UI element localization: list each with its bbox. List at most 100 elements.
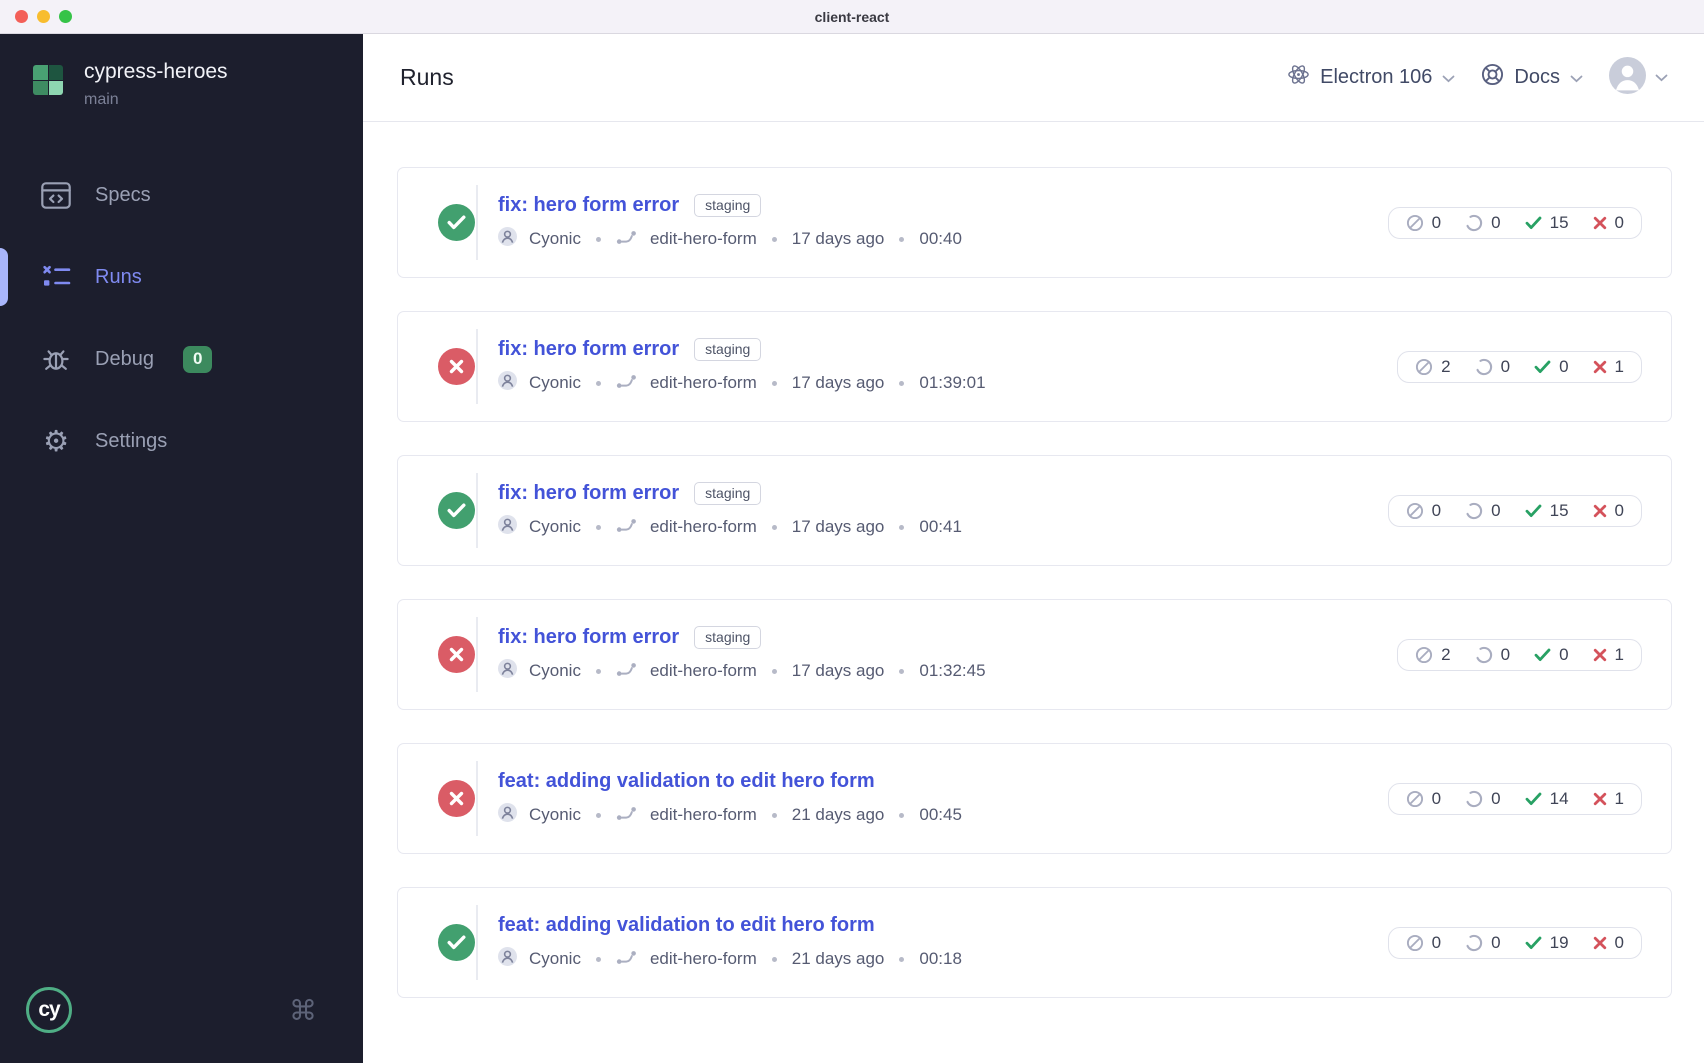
run-tag: staging (694, 482, 762, 505)
active-indicator (0, 248, 8, 306)
run-author: Cyonic (529, 517, 581, 536)
pending-icon (1465, 214, 1483, 231)
run-branch: edit-hero-form (649, 517, 757, 536)
dot-separator (899, 668, 905, 674)
minimize-window-button[interactable] (37, 10, 50, 23)
project-switcher[interactable]: cypress-heroes main (0, 34, 363, 109)
run-result-counts: 2 0 0 1 (1397, 638, 1642, 671)
dot-separator (771, 812, 777, 818)
docs-menu[interactable]: Docs (1481, 63, 1583, 92)
pending-icon (1475, 646, 1492, 663)
passed-check-icon (1534, 360, 1551, 373)
branch-icon (616, 949, 638, 970)
run-title-link[interactable]: feat: adding validation to edit hero for… (498, 914, 875, 937)
skipped-count: 0 (1406, 789, 1441, 809)
failed-count: 0 (1593, 213, 1624, 233)
failed-count: 1 (1593, 645, 1624, 665)
run-branch: edit-hero-form (649, 229, 757, 248)
passed-count: 0 (1534, 357, 1569, 377)
branch-icon (616, 229, 638, 250)
close-window-button[interactable] (15, 10, 28, 23)
dot-separator (771, 956, 777, 962)
sidebar-item-settings[interactable]: ⚙ Settings (0, 413, 363, 469)
window-titlebar: client-react (0, 0, 1704, 34)
run-title-link[interactable]: fix: hero form error (498, 338, 679, 361)
run-age: 17 days ago (791, 661, 885, 680)
traffic-lights (15, 0, 72, 33)
sidebar-footer: cy ⌘ (0, 987, 363, 1063)
pending-count: 0 (1465, 501, 1501, 521)
chevron-down-icon (1442, 66, 1455, 89)
passed-check-icon (1525, 216, 1542, 229)
run-card[interactable]: fix: hero form error staging Cyonic edit… (397, 311, 1672, 422)
project-name: cypress-heroes (84, 60, 228, 83)
skipped-icon (1406, 790, 1423, 807)
dot-separator (595, 812, 601, 818)
run-title-link[interactable]: fix: hero form error (498, 626, 679, 649)
debug-icon (40, 345, 72, 374)
dot-separator (899, 812, 905, 818)
run-age: 17 days ago (791, 517, 885, 536)
dot-separator (771, 380, 777, 386)
skipped-icon (1416, 358, 1433, 375)
run-age: 17 days ago (791, 373, 885, 392)
dot-separator (899, 524, 905, 530)
failed-x-icon (1593, 936, 1606, 949)
run-title-link[interactable]: fix: hero form error (498, 482, 679, 505)
run-status-icon (438, 492, 475, 529)
passed-check-icon (1525, 504, 1542, 517)
run-duration: 01:32:45 (919, 661, 986, 680)
electron-icon (1287, 63, 1310, 92)
pending-count: 0 (1465, 789, 1501, 809)
run-title-link[interactable]: feat: adding validation to edit hero for… (498, 770, 875, 793)
pending-icon (1465, 502, 1483, 519)
author-avatar-icon (498, 947, 517, 971)
skipped-icon (1406, 502, 1423, 519)
dot-separator (899, 236, 905, 242)
failed-x-icon (1593, 792, 1606, 805)
pending-icon (1465, 790, 1483, 807)
author-avatar-icon (498, 371, 517, 395)
cypress-logo[interactable]: cy (26, 987, 72, 1033)
run-author: Cyonic (529, 661, 581, 680)
failed-x-icon (1593, 216, 1606, 229)
avatar (1609, 56, 1646, 99)
run-branch: edit-hero-form (649, 949, 757, 968)
run-result-counts: 0 0 15 0 (1387, 206, 1642, 239)
passed-count: 0 (1534, 645, 1569, 665)
run-card[interactable]: feat: adding validation to edit hero for… (397, 887, 1672, 998)
run-author: Cyonic (529, 229, 581, 248)
sidebar-item-debug[interactable]: Debug 0 (0, 331, 363, 387)
branch-icon (616, 373, 638, 394)
docs-lifebuoy-icon (1481, 63, 1504, 92)
dot-separator (899, 956, 905, 962)
passed-count: 15 (1525, 501, 1569, 521)
run-author: Cyonic (529, 805, 581, 824)
runs-list: fix: hero form error staging Cyonic edit… (363, 122, 1704, 998)
run-tag: staging (694, 626, 762, 649)
pending-count: 0 (1475, 645, 1510, 665)
zoom-window-button[interactable] (59, 10, 72, 23)
run-author: Cyonic (529, 949, 581, 968)
sidebar-item-specs[interactable]: Specs (0, 167, 363, 223)
sidebar-item-runs[interactable]: Runs (0, 248, 363, 306)
run-status-icon (438, 204, 475, 241)
skipped-icon (1406, 934, 1423, 951)
user-menu[interactable] (1609, 56, 1668, 99)
run-status-icon (438, 924, 475, 961)
run-title-link[interactable]: fix: hero form error (498, 194, 679, 217)
run-age: 21 days ago (791, 805, 885, 824)
branch-icon (616, 805, 638, 826)
failed-count: 0 (1593, 933, 1624, 953)
dot-separator (595, 956, 601, 962)
passed-count: 14 (1525, 789, 1569, 809)
failed-count: 0 (1593, 501, 1624, 521)
browser-selector[interactable]: Electron 106 (1287, 63, 1455, 92)
run-status-icon (438, 636, 475, 673)
chevron-down-icon (1570, 66, 1583, 89)
run-card[interactable]: fix: hero form error staging Cyonic edit… (397, 455, 1672, 566)
run-card[interactable]: feat: adding validation to edit hero for… (397, 743, 1672, 854)
run-card[interactable]: fix: hero form error staging Cyonic edit… (397, 599, 1672, 710)
keyboard-shortcuts-icon[interactable]: ⌘ (289, 994, 317, 1027)
run-card[interactable]: fix: hero form error staging Cyonic edit… (397, 167, 1672, 278)
